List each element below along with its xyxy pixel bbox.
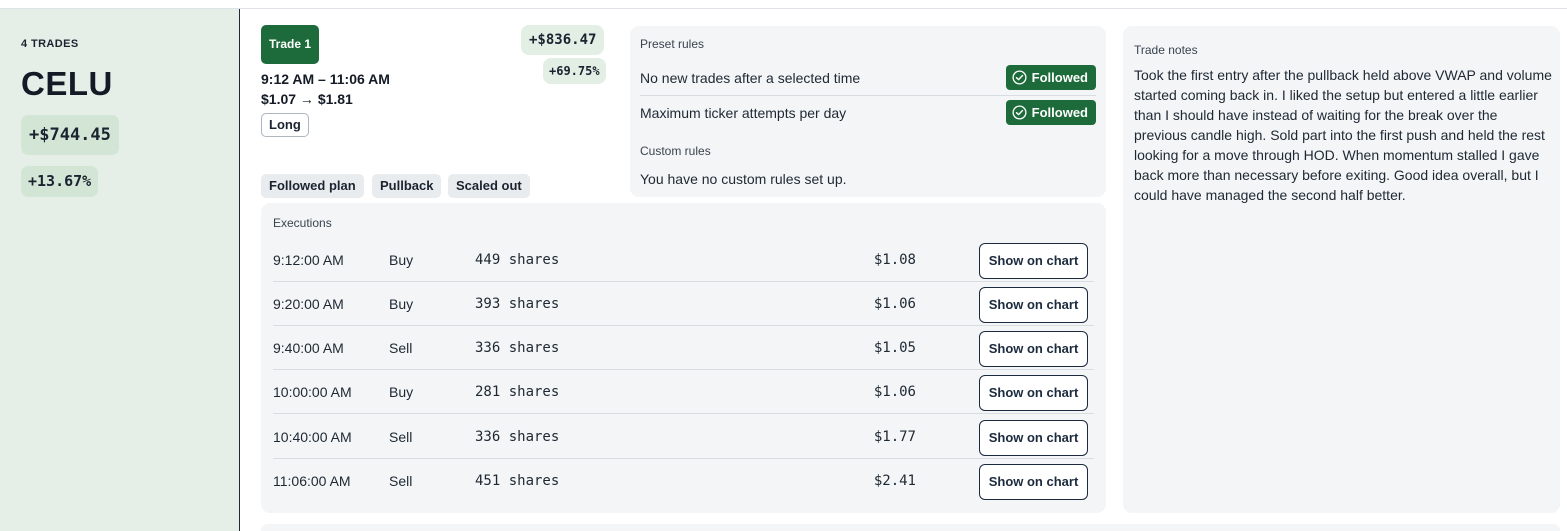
custom-rules-empty: You have no custom rules set up. bbox=[640, 171, 847, 187]
trade-label-badge[interactable]: Trade 1 bbox=[261, 25, 319, 64]
executions-panel: Executions 9:12:00 AM Buy 449 shares $1.… bbox=[261, 203, 1106, 513]
trade-count: 4 TRADES bbox=[21, 38, 79, 50]
execution-side: Sell bbox=[389, 473, 413, 489]
execution-shares: 449 shares bbox=[475, 252, 560, 268]
execution-row: 9:20:00 AM Buy 393 shares $1.06 Show on … bbox=[261, 282, 1094, 326]
execution-shares: 336 shares bbox=[475, 429, 560, 445]
execution-price: $1.05 bbox=[873, 340, 916, 356]
execution-shares: 451 shares bbox=[475, 473, 560, 489]
execution-row: 11:06:00 AM Sell 451 shares $2.41 Show o… bbox=[261, 459, 1094, 503]
ticker-symbol: CELU bbox=[21, 65, 113, 102]
execution-side: Sell bbox=[389, 340, 413, 356]
followed-label: Followed bbox=[1031, 70, 1088, 85]
execution-time: 11:06:00 AM bbox=[273, 473, 351, 489]
trade-time-range: 9:12 AM – 11:06 AM bbox=[261, 71, 390, 87]
rule-row: No new trades after a selected time Foll… bbox=[640, 61, 1096, 95]
preset-rules-label: Preset rules bbox=[640, 37, 705, 51]
execution-shares: 393 shares bbox=[475, 296, 560, 312]
execution-price: $1.06 bbox=[873, 384, 916, 400]
execution-price: $2.41 bbox=[873, 473, 916, 489]
row-divider bbox=[273, 413, 1094, 414]
tag-followed-plan[interactable]: Followed plan bbox=[261, 174, 364, 198]
execution-time: 9:12:00 AM bbox=[273, 252, 344, 268]
execution-shares: 336 shares bbox=[475, 340, 560, 356]
execution-time: 9:40:00 AM bbox=[273, 340, 344, 356]
tag-scaled-out[interactable]: Scaled out bbox=[448, 174, 530, 198]
execution-row: 9:12:00 AM Buy 449 shares $1.08 Show on … bbox=[261, 238, 1094, 282]
executions-label: Executions bbox=[273, 216, 332, 230]
summary-percent: +13.67% bbox=[21, 166, 99, 197]
execution-side: Buy bbox=[389, 384, 414, 400]
trade-pnl: +$836.47 bbox=[521, 25, 605, 55]
trade-percent: +69.75% bbox=[543, 58, 606, 84]
execution-side: Buy bbox=[389, 252, 414, 268]
execution-row: 10:00:00 AM Buy 281 shares $1.06 Show on… bbox=[261, 370, 1094, 414]
show-on-chart-button[interactable]: Show on chart bbox=[979, 243, 1088, 279]
ticker-summary: 4 TRADES CELU +$744.45 +13.67% bbox=[0, 9, 240, 531]
show-on-chart-button[interactable]: Show on chart bbox=[979, 331, 1088, 367]
execution-side: Buy bbox=[389, 296, 414, 312]
check-circle-icon bbox=[1012, 105, 1027, 120]
execution-side: Sell bbox=[389, 429, 413, 445]
execution-price: $1.06 bbox=[873, 296, 916, 312]
show-on-chart-button[interactable]: Show on chart bbox=[979, 464, 1088, 500]
show-on-chart-button[interactable]: Show on chart bbox=[979, 287, 1088, 323]
rule-text: Maximum ticker attempts per day bbox=[640, 105, 847, 121]
summary-pnl: +$744.45 bbox=[21, 115, 119, 155]
followed-badge: Followed bbox=[1005, 65, 1096, 90]
trade-side-tag: Long bbox=[261, 113, 309, 137]
rules-panel: Preset rules No new trades after a selec… bbox=[630, 26, 1106, 197]
show-on-chart-button[interactable]: Show on chart bbox=[979, 375, 1088, 411]
custom-rules-label: Custom rules bbox=[640, 144, 711, 158]
trade-notes-label: Trade notes bbox=[1134, 43, 1198, 57]
execution-time: 9:20:00 AM bbox=[273, 296, 344, 312]
rule-row: Maximum ticker attempts per day Followed bbox=[640, 96, 1096, 130]
execution-row: 10:40:00 AM Sell 336 shares $1.77 Show o… bbox=[261, 415, 1094, 459]
rule-text: No new trades after a selected time bbox=[640, 70, 861, 86]
next-trade-card-edge bbox=[261, 524, 1560, 531]
execution-price: $1.77 bbox=[873, 429, 916, 445]
followed-label: Followed bbox=[1031, 105, 1088, 120]
followed-badge: Followed bbox=[1005, 100, 1096, 125]
show-on-chart-button[interactable]: Show on chart bbox=[979, 420, 1088, 456]
execution-shares: 281 shares bbox=[475, 384, 560, 400]
execution-time: 10:40:00 AM bbox=[273, 429, 352, 445]
execution-price: $1.08 bbox=[873, 252, 916, 268]
execution-time: 10:00:00 AM bbox=[273, 384, 352, 400]
tag-pullback[interactable]: Pullback bbox=[372, 174, 442, 198]
trade-notes-text[interactable]: Took the first entry after the pullback … bbox=[1134, 65, 1554, 205]
check-circle-icon bbox=[1012, 70, 1027, 85]
trade-price-range: $1.07 → $1.81 bbox=[261, 91, 353, 107]
execution-row: 9:40:00 AM Sell 336 shares $1.05 Show on… bbox=[261, 326, 1094, 370]
trade-notes-panel[interactable]: Trade notes Took the first entry after t… bbox=[1123, 26, 1560, 513]
